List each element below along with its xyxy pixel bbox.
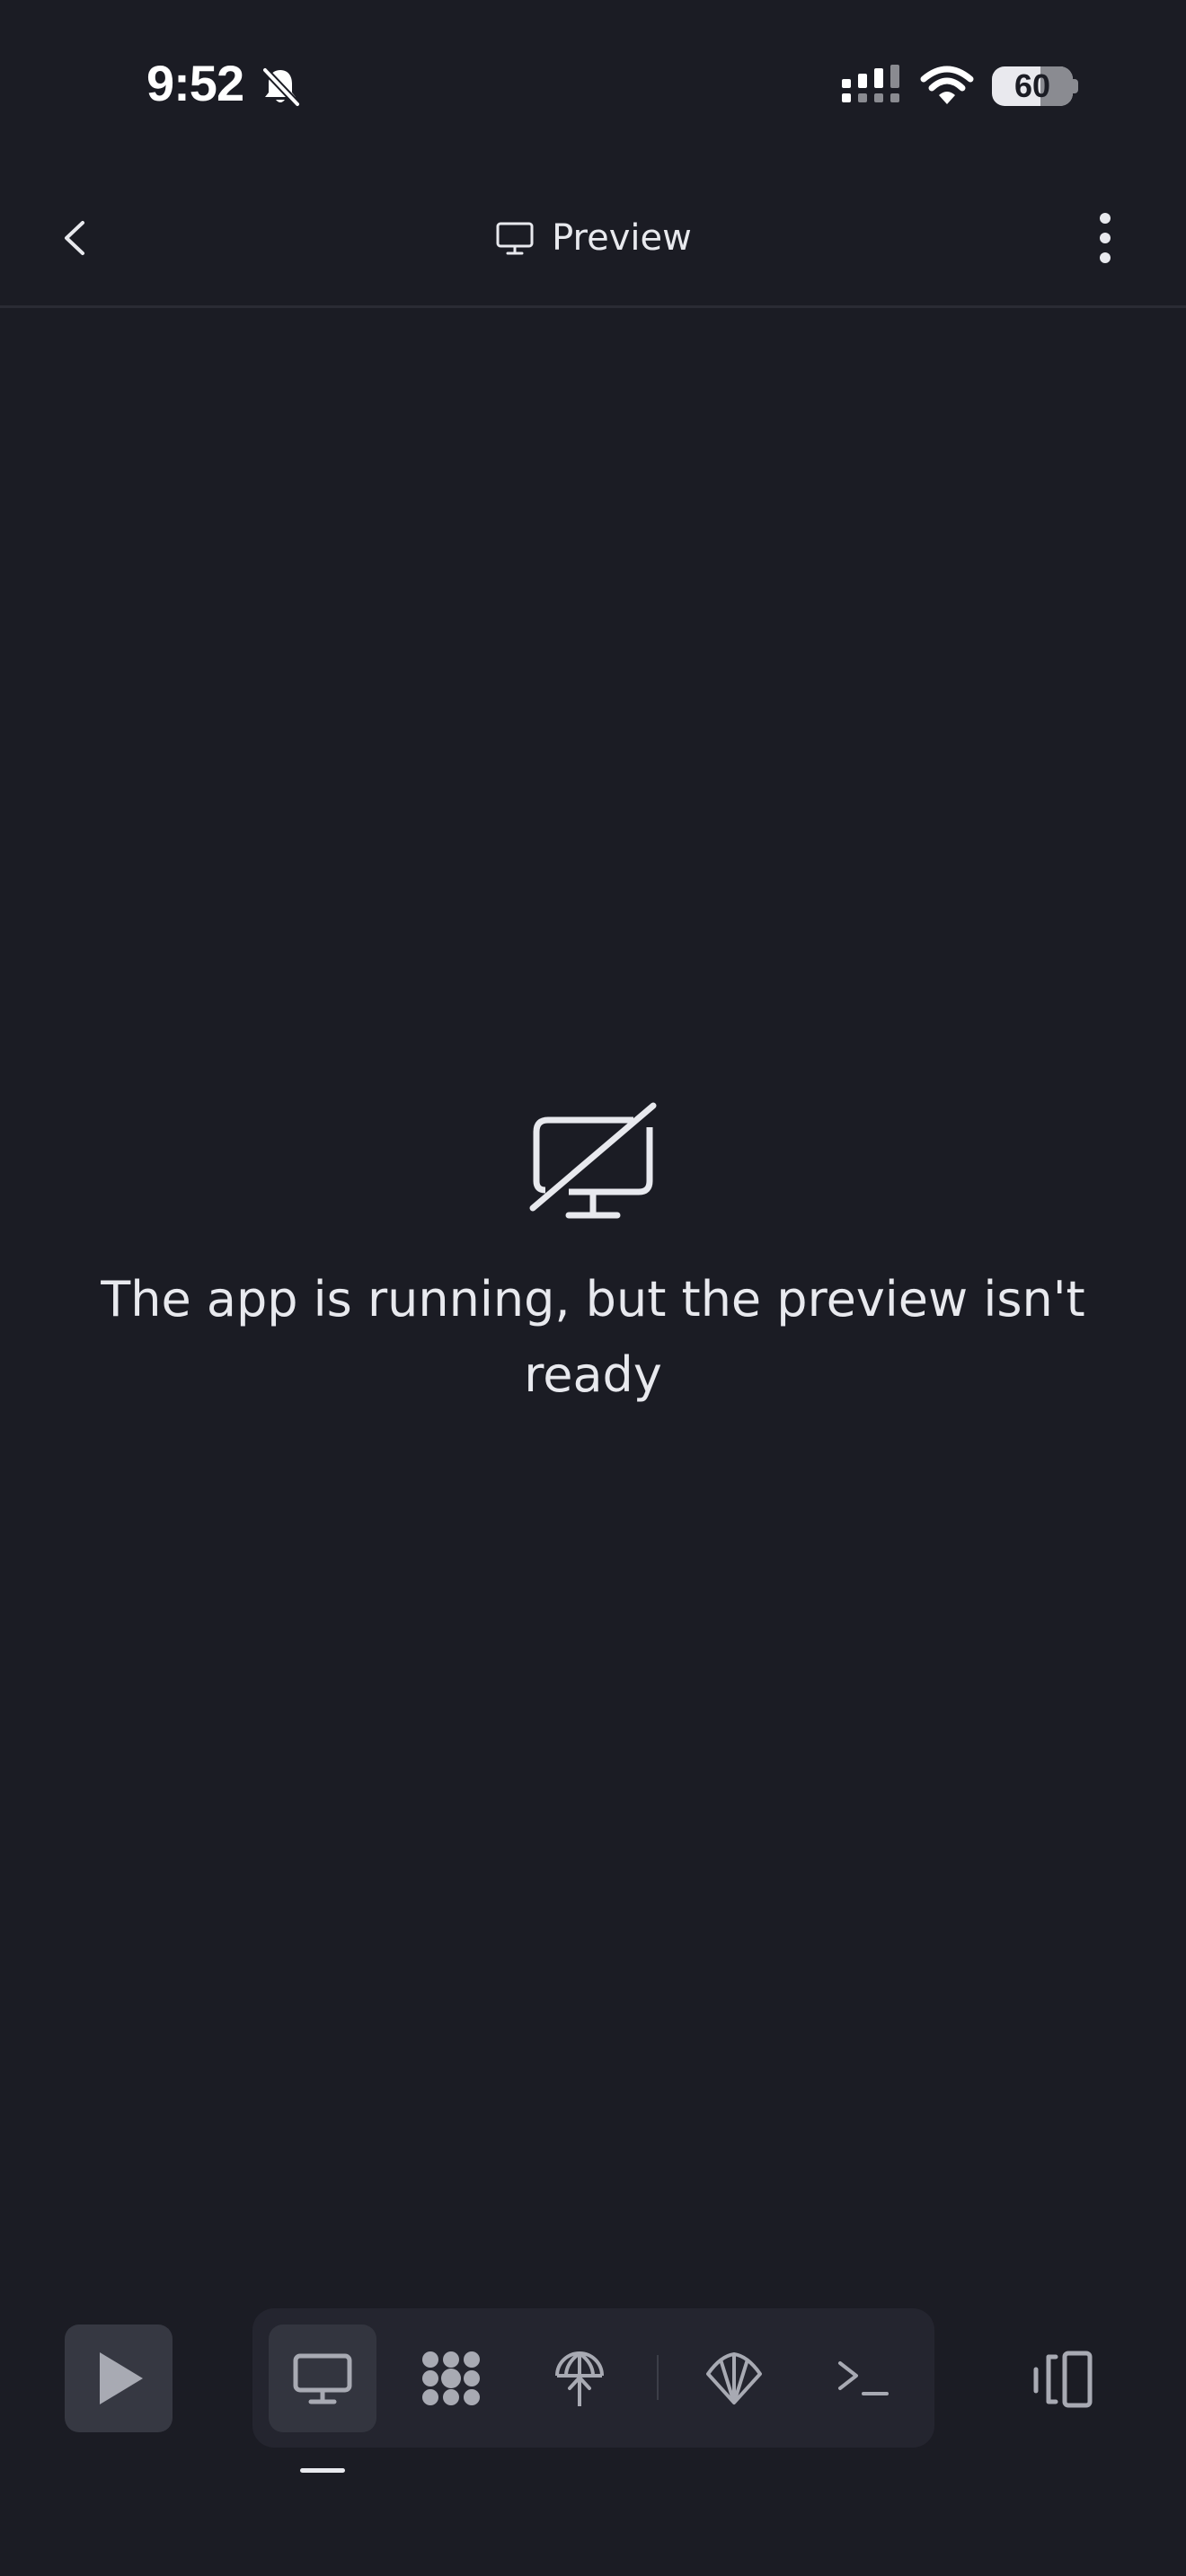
tool-tab-bar: [252, 2308, 934, 2448]
monitor-icon: [293, 2353, 352, 2404]
tab-shell[interactable]: [680, 2325, 788, 2432]
deploy-globe-icon: [555, 2351, 604, 2406]
active-tab-indicator: [300, 2468, 345, 2473]
tab-deploy[interactable]: [526, 2325, 633, 2432]
status-bar: 9:52 60: [0, 0, 1186, 171]
run-button[interactable]: [65, 2325, 173, 2432]
play-icon: [100, 2352, 143, 2404]
battery-icon: 60: [992, 66, 1073, 106]
battery-level: 60: [1013, 67, 1051, 104]
split-layout-icon[interactable]: [1029, 2344, 1101, 2416]
tab-terminal[interactable]: [809, 2325, 916, 2432]
app-screen: 9:52 60 Preview The app is running, but …: [0, 0, 1186, 2576]
header-bar: Preview: [0, 171, 1186, 308]
monitor-off-icon: [529, 1102, 657, 1219]
status-time: 9:52: [146, 55, 244, 111]
tab-preview[interactable]: [269, 2325, 376, 2432]
shell-icon: [706, 2352, 762, 2404]
page-title-group: Preview: [0, 207, 1186, 269]
page-title: Preview: [552, 217, 692, 259]
bell-off-icon: [262, 67, 300, 107]
terminal-icon: [838, 2361, 889, 2395]
empty-state: The app is running, but the preview isn'…: [0, 1100, 1186, 1413]
battery-cap: [1073, 79, 1078, 93]
tab-agent[interactable]: [397, 2325, 505, 2432]
wifi-icon: [920, 66, 974, 104]
tab-divider: [657, 2355, 659, 2400]
empty-state-message: The app is running, but the preview isn'…: [101, 1271, 1085, 1403]
agent-dots-icon: [422, 2351, 480, 2405]
more-vertical-icon[interactable]: [1074, 202, 1137, 274]
cellular-signal-icon: [842, 65, 899, 102]
monitor-icon: [496, 222, 534, 255]
